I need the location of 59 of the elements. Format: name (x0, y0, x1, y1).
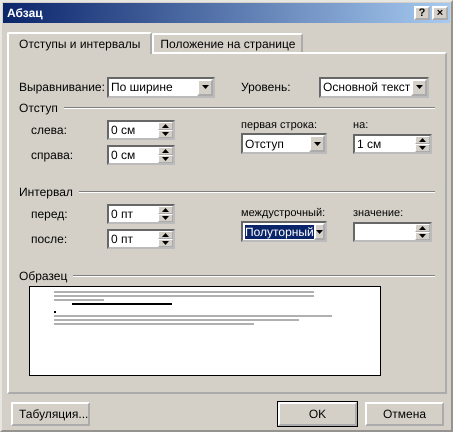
field-label: первая строка: (241, 118, 318, 132)
field-label: на: (353, 118, 370, 132)
up-triangle-icon (162, 232, 169, 236)
group-label: Образец (19, 269, 68, 283)
field-label: справа: (31, 148, 74, 162)
tabs-button[interactable]: Табуляция... (11, 402, 90, 426)
spin-up-button[interactable] (158, 146, 173, 154)
down-triangle-icon (202, 85, 208, 89)
dropdown-button[interactable] (197, 78, 213, 96)
spin-down-button[interactable] (415, 232, 430, 240)
spin-box[interactable]: 1 см (353, 134, 432, 154)
up-triangle-icon (162, 124, 169, 128)
group-label: Отступ (19, 101, 58, 115)
spin-box[interactable]: 0 см (107, 144, 175, 164)
down-triangle-icon (162, 132, 169, 136)
ok-button[interactable]: OK (278, 402, 357, 426)
cancel-button[interactable]: Отмена (365, 402, 444, 426)
down-triangle-icon (162, 240, 169, 244)
down-triangle-icon (162, 216, 169, 220)
dropdown[interactable]: Полуторный (241, 221, 327, 242)
field-label: Выравнивание: (19, 80, 106, 94)
up-triangle-icon (419, 226, 426, 230)
help-button[interactable]: ? (414, 6, 430, 20)
spin-box[interactable] (353, 222, 432, 242)
field-label: слева: (31, 122, 68, 136)
spin-box[interactable]: 0 см (107, 120, 175, 140)
field-label: междустрочный: (241, 206, 326, 220)
spin-up-button[interactable] (158, 230, 173, 238)
dropdown-button[interactable] (411, 78, 427, 96)
field-label: после: (31, 232, 68, 246)
field-label: перед: (31, 206, 69, 220)
spin-up-button[interactable] (415, 224, 430, 232)
spin-up-button[interactable] (415, 136, 430, 144)
spin-box[interactable]: 0 пт (107, 228, 175, 248)
window-title: Абзац (7, 6, 43, 20)
spin-box[interactable]: 0 пт (107, 204, 175, 224)
field-label: значение: (353, 206, 404, 220)
group-label: Интервал (19, 185, 73, 199)
spin-up-button[interactable] (158, 122, 173, 130)
down-triangle-icon (416, 85, 422, 89)
down-triangle-icon (419, 234, 426, 238)
tab[interactable]: Положение на странице (152, 33, 304, 52)
spin-up-button[interactable] (158, 206, 173, 214)
up-triangle-icon (162, 208, 169, 212)
down-triangle-icon (162, 156, 169, 160)
dropdown[interactable]: По ширине (107, 76, 215, 98)
spin-down-button[interactable] (415, 144, 430, 152)
up-triangle-icon (419, 138, 426, 142)
up-triangle-icon (162, 148, 169, 152)
dropdown[interactable]: Отступ (241, 133, 327, 154)
dropdown-button[interactable] (314, 223, 325, 240)
down-triangle-icon (419, 146, 426, 150)
dropdown-button[interactable] (309, 135, 325, 152)
field-label: Уровень: (241, 80, 292, 94)
tab[interactable]: Отступы и интервалы (7, 32, 152, 54)
close-button[interactable]: × (432, 6, 448, 20)
dropdown[interactable]: Основной текст (319, 76, 429, 98)
down-triangle-icon (314, 142, 320, 146)
down-triangle-icon (316, 230, 323, 234)
